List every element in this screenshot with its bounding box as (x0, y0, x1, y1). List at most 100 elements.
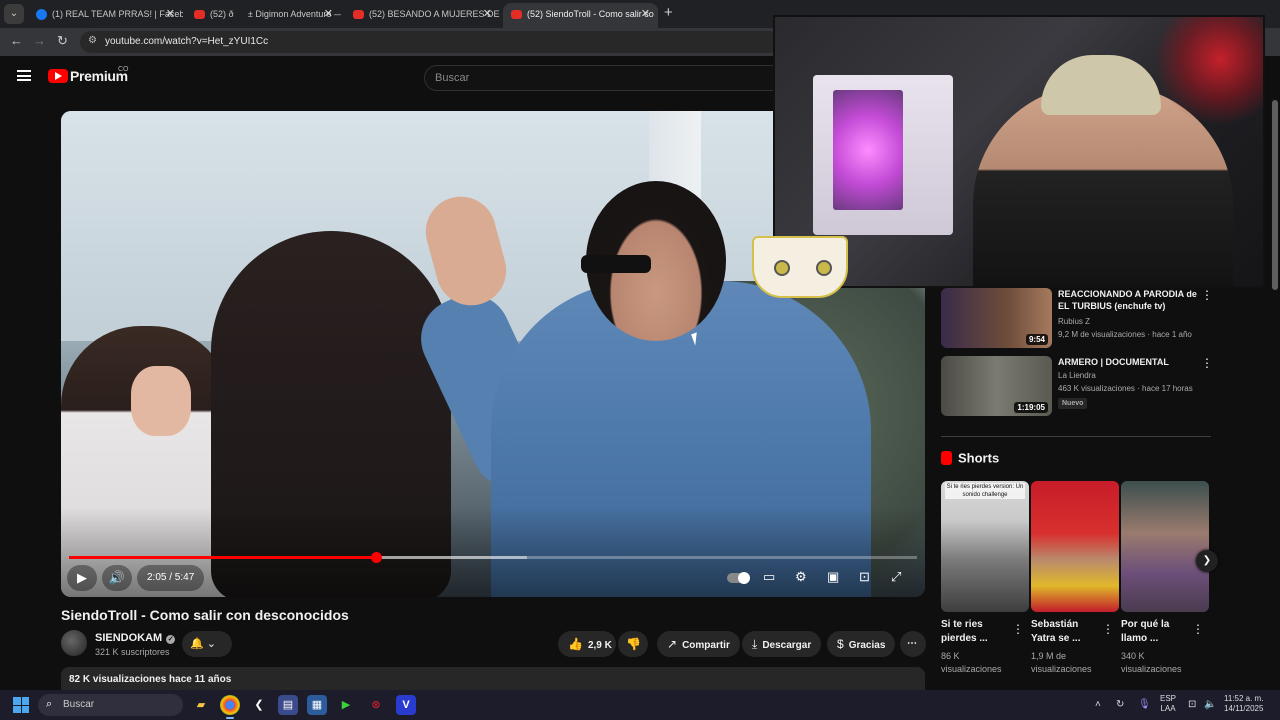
search-input[interactable]: Buscar (424, 65, 784, 91)
share-icon: ↗ (667, 637, 678, 651)
channel-avatar[interactable] (61, 630, 87, 656)
short-thumbnail[interactable]: Si te ries pierdes version: Un sonido ch… (941, 481, 1029, 612)
thumbs-down-icon: 👎 (626, 637, 641, 651)
close-tab-icon[interactable]: ✕ (483, 3, 492, 25)
tab-facebook[interactable]: (1) REAL TEAM PRRAS! | Facebo ✕ (28, 3, 183, 28)
video-meta: 463 K visualizaciones · hace 17 horas (1058, 384, 1193, 393)
video-title[interactable]: ARMERO | DOCUMENTAL (1058, 356, 1198, 368)
windows-taskbar: ⌕ Buscar ▰ ❮ ▤ ▦ ▶ ⊛ V ˄ ↻ 🎙 ESP LAA ⊡ 🔈… (0, 690, 1280, 720)
autoplay-toggle[interactable] (727, 572, 750, 584)
update-icon[interactable]: ↻ (1116, 699, 1124, 710)
recommended-video[interactable]: 9:54 REACCIONANDO A PARODIA de EL TURBIU… (941, 288, 1213, 348)
back-icon[interactable]: ← (10, 33, 23, 48)
video-title[interactable]: REACCIONANDO A PARODIA de EL TURBIUS (en… (1058, 288, 1198, 312)
video-title: SiendoTroll - Como salir con desconocido… (61, 607, 349, 623)
microphone-icon[interactable]: 🎙 (1138, 699, 1151, 710)
thanks-button[interactable]: $ Gracias (827, 631, 896, 657)
vegas-icon[interactable]: V (396, 695, 416, 715)
clock-date: 14/11/2025 (1224, 704, 1264, 713)
like-button[interactable]: 👍 2,9 K (558, 631, 616, 657)
thanks-icon: $ (837, 637, 844, 651)
video-meta: 9,2 M de visualizaciones · hace 1 año (1058, 330, 1192, 339)
page-scrollbar[interactable] (1272, 100, 1278, 290)
search-placeholder: Buscar (435, 72, 470, 84)
short-title[interactable]: Sebastián Yatra se ... (1031, 618, 1101, 646)
youtube-logo-icon[interactable] (48, 69, 68, 83)
settings-icon[interactable]: ⚙ (795, 569, 807, 585)
volume-button[interactable]: 🔊 (102, 565, 132, 591)
chrome-icon[interactable] (220, 695, 240, 719)
dislike-button[interactable]: 👎 (618, 631, 648, 657)
video-frame-sunglasses (581, 255, 651, 273)
verified-icon: ✓ (166, 635, 176, 644)
forward-icon[interactable]: → (33, 33, 46, 48)
download-button[interactable]: ⤓ Descargar (742, 631, 822, 657)
channel-name[interactable]: La Liendra (1058, 371, 1096, 380)
omnibox[interactable]: ⚙ youtube.com/watch?v=Het_zYUI1Cc (80, 31, 780, 53)
notifications-button[interactable]: 🔔 ⌄ (182, 631, 232, 657)
chevron-up-icon[interactable]: ˄ (1095, 699, 1101, 710)
bell-icon: 🔔 (190, 638, 204, 650)
time-display: 2:05 / 5:47 (137, 565, 205, 591)
more-vert-icon[interactable]: ⋮ (1192, 622, 1204, 636)
video-thumbnail[interactable]: 1:19:05 (941, 356, 1052, 416)
site-info-icon[interactable]: ⚙ (88, 35, 97, 46)
share-button[interactable]: ↗ Compartir (657, 631, 740, 657)
short-title[interactable]: Por qué la llamo ... (1121, 618, 1191, 646)
close-tab-icon[interactable]: ✕ (166, 3, 175, 25)
short-views: 86 K visualizaciones (941, 651, 1002, 674)
keyboard-layout: LAA (1160, 704, 1176, 713)
scrubber-handle[interactable] (370, 552, 382, 563)
channel-name-text: SIENDOKAM (95, 632, 163, 644)
more-vert-icon[interactable]: ⋮ (1012, 622, 1024, 636)
section-divider (941, 436, 1211, 437)
new-tab-icon[interactable]: + (664, 4, 673, 21)
calculator-icon[interactable]: ▦ (307, 695, 327, 715)
cast-icon[interactable]: ⊡ (859, 569, 870, 585)
tab-digimon[interactable]: (52) ð± Digimon Adventure — B ✕ (186, 3, 341, 28)
more-vert-icon[interactable]: ⋮ (1102, 622, 1114, 636)
document-app-icon[interactable]: ▤ (278, 695, 298, 715)
subtitles-icon[interactable]: ▭ (763, 569, 775, 585)
short-views: 340 K visualizaciones (1121, 651, 1182, 674)
video-frame-face (131, 366, 191, 436)
short-thumbnail[interactable] (1031, 481, 1119, 612)
close-tab-icon[interactable]: ✕ (641, 3, 650, 25)
network-icon[interactable]: ⊡ (1188, 699, 1196, 710)
video-thumbnail[interactable]: 9:54 (941, 288, 1052, 348)
more-actions-button[interactable]: ⋯ (900, 631, 926, 657)
channel-name[interactable]: SIENDOKAM ✓ (95, 632, 176, 644)
input-language[interactable]: ESP LAA (1160, 694, 1176, 714)
recording-app-icon[interactable]: ⊛ (366, 695, 386, 715)
speaker-icon[interactable]: 🔈 (1204, 699, 1216, 710)
more-vert-icon[interactable]: ⋮ (1201, 288, 1213, 302)
media-player-icon[interactable]: ▶ (336, 695, 356, 715)
download-icon: ⤓ (752, 637, 758, 651)
windows-start-icon[interactable] (13, 697, 29, 713)
tab-search-icon[interactable]: ⌄ (4, 4, 24, 24)
views-and-date: 82 K visualizaciones hace 11 años (69, 674, 232, 685)
close-tab-icon[interactable]: ✕ (324, 3, 333, 25)
play-button[interactable]: ▶ (67, 565, 97, 591)
channel-name[interactable]: Rubius Z (1058, 317, 1090, 326)
video-duration: 1:19:05 (1014, 402, 1048, 413)
chevron-right-icon[interactable]: ❯ (1196, 550, 1218, 572)
reload-icon[interactable]: ↻ (57, 33, 68, 49)
short-views: 1,9 M de visualizaciones (1031, 651, 1092, 674)
theater-mode-icon[interactable]: ▣ (827, 569, 839, 585)
fullscreen-icon[interactable]: ⤢ (891, 569, 901, 585)
tab-siendotroll[interactable]: (52) SiendoTroll - Como salir co ✕ (503, 3, 658, 28)
file-explorer-icon[interactable]: ▰ (191, 695, 211, 715)
short-thumbnail[interactable] (1121, 481, 1209, 612)
recommended-video[interactable]: 1:19:05 ARMERO | DOCUMENTAL La Liendra 4… (941, 356, 1213, 416)
menu-icon[interactable] (17, 70, 31, 81)
app-icon[interactable]: ❮ (249, 695, 269, 715)
youtube-icon (353, 10, 364, 20)
progress-bar[interactable] (69, 552, 917, 563)
tab-besando[interactable]: (52) BESANDO A MUJERES DESC ✕ (345, 3, 500, 28)
system-clock[interactable]: 11:52 a. m. 14/11/2025 (1224, 694, 1263, 714)
short-title[interactable]: Si te ries pierdes ... (941, 618, 1011, 646)
taskbar-search-input[interactable]: ⌕ Buscar (38, 694, 183, 716)
share-label: Compartir (682, 640, 730, 651)
more-vert-icon[interactable]: ⋮ (1201, 356, 1213, 370)
